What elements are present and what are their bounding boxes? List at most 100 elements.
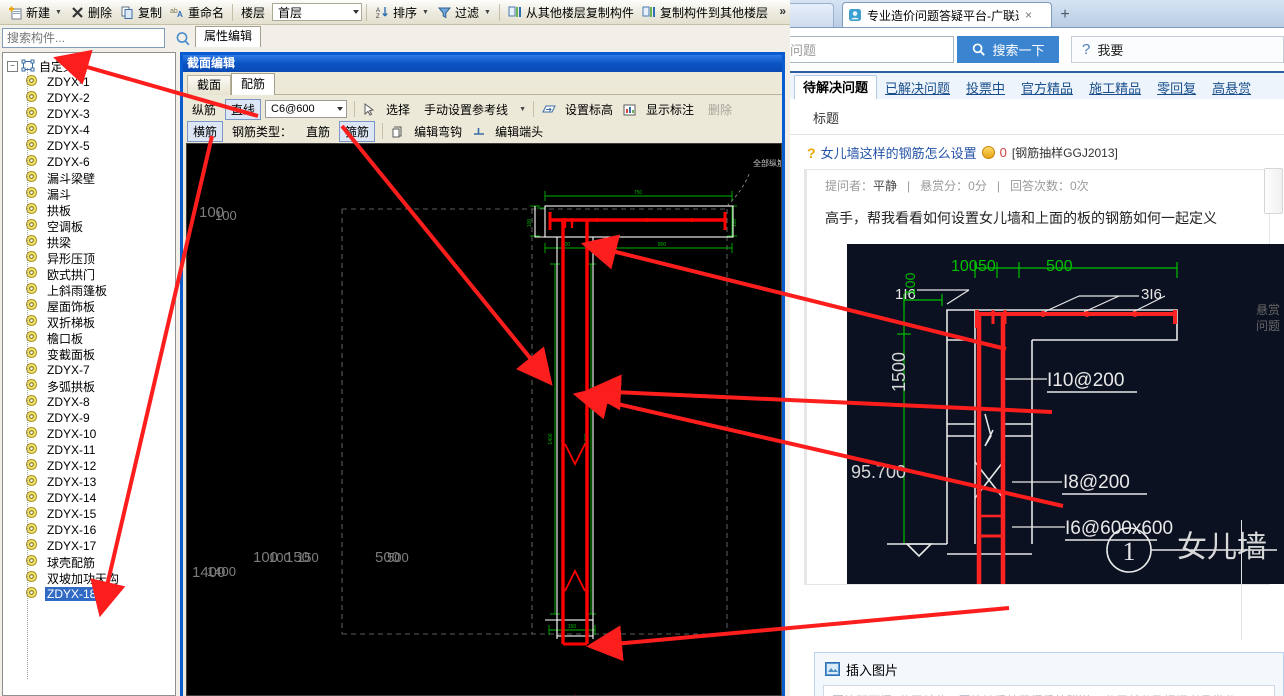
tree-item[interactable]: 屋面饰板: [3, 298, 175, 314]
tree-item[interactable]: 双坡加功天沟: [3, 570, 175, 586]
rename-button[interactable]: ab A 重命名: [166, 2, 228, 23]
tree-item[interactable]: ZDYX-4: [3, 122, 175, 138]
manual-reference-line-button[interactable]: 手动设置参考线: [419, 100, 513, 119]
question-title-link[interactable]: 女儿墙这样的钢筋怎么设置: [821, 143, 977, 162]
chevron-down-icon[interactable]: ▼: [519, 106, 526, 113]
drawing-label-I6: I6@600x600: [1065, 518, 1174, 539]
nav-tab-0[interactable]: 待解决问题: [794, 75, 878, 102]
tree-item[interactable]: ZDYX-10: [3, 426, 175, 442]
tree-item[interactable]: ZDYX-8: [3, 394, 175, 410]
tree-item-label: ZDYX-5: [47, 139, 90, 153]
delete-button[interactable]: 删除: [66, 2, 116, 23]
search-icon[interactable]: [174, 30, 192, 48]
rebar-type-label: 钢筋类型：: [232, 124, 293, 139]
url-input[interactable]: [790, 36, 954, 63]
filter-button[interactable]: 过滤 ▼: [433, 2, 495, 23]
collapse-icon[interactable]: −: [7, 60, 18, 72]
component-tree[interactable]: − 自定义线 ZDYX-1 ZDYX-2 ZDYX-3 ZDYX-4 ZDYX-5 ZDY…: [2, 52, 176, 696]
nav-tab-4[interactable]: 施工精品: [1081, 77, 1149, 101]
line-mode-button[interactable]: 直线: [225, 98, 262, 120]
browser-tab-0[interactable]: ×: [790, 3, 834, 27]
tab-reinforcement[interactable]: 配筋: [231, 73, 276, 95]
tree-item[interactable]: ZDYX-6: [3, 154, 175, 170]
nav-tab-1[interactable]: 已解决问题: [877, 77, 958, 101]
question-category[interactable]: [钢筋抽样GGJ2013]: [1012, 144, 1118, 161]
tab-section[interactable]: 截面: [187, 75, 232, 95]
nav-tab-5[interactable]: 零回复: [1149, 77, 1204, 101]
straight-rebar-button[interactable]: 直筋: [301, 122, 335, 141]
delete-button: 删除: [708, 102, 733, 117]
tree-item[interactable]: ZDYX-17: [3, 538, 175, 554]
tree-item[interactable]: 漏斗: [3, 186, 175, 202]
longitudinal-rebar-button[interactable]: 纵筋: [187, 100, 221, 119]
tree-item-label: 拱梁: [47, 235, 72, 250]
tree-item[interactable]: 拱梁: [3, 234, 175, 250]
bounty-info: 悬赏分：0分: [920, 177, 987, 194]
select-button[interactable]: 选择: [381, 100, 415, 119]
tree-item[interactable]: ZDYX-11: [3, 442, 175, 458]
floor-selector[interactable]: 首层: [272, 3, 363, 21]
tree-root-node[interactable]: − 自定义线: [3, 58, 175, 74]
tree-item[interactable]: 拱板: [3, 202, 175, 218]
copy-button[interactable]: 复制: [116, 2, 166, 23]
browser-tab-1[interactable]: 专业造价问题答疑平台-广联达 ×: [842, 2, 1052, 27]
tree-item[interactable]: ZDYX-14: [3, 490, 175, 506]
tree-item[interactable]: ZDYX-13: [3, 474, 175, 490]
sort-button[interactable]: AZ 排序 ▼: [371, 2, 433, 23]
rebar-spec-selector[interactable]: C6@600: [265, 100, 348, 118]
chevron-down-icon[interactable]: ▼: [484, 9, 491, 16]
copy-from-other-floor-button[interactable]: 从其他楼层复制构件: [504, 2, 638, 23]
question-attached-drawing[interactable]: 1 100 50 500 1I6 3I6 100 1500 95.700 I10…: [847, 244, 1284, 584]
section-drawing-canvas[interactable]: 750 100 100 100 800 1400 1400 150 100 14…: [186, 143, 782, 696]
tree-item[interactable]: 异形压顶: [3, 250, 175, 266]
tree-item[interactable]: 檐口板: [3, 330, 175, 346]
component-icon: [26, 106, 41, 122]
tree-item[interactable]: ZDYX-5: [3, 138, 175, 154]
tree-item[interactable]: 欧式拱门: [3, 266, 175, 282]
tree-item[interactable]: 多弧拱板: [3, 378, 175, 394]
tree-item[interactable]: 空调板: [3, 218, 175, 234]
edit-end-button[interactable]: 编辑端头: [490, 122, 548, 141]
nav-tab-6[interactable]: 高悬赏: [1204, 77, 1259, 101]
transverse-rebar-button[interactable]: 横筋: [187, 120, 224, 142]
page-edge-button[interactable]: [1264, 168, 1283, 214]
edit-hook-button[interactable]: 编辑弯钩: [409, 122, 467, 141]
stirrup-button[interactable]: 箍筋: [339, 120, 376, 142]
insert-image-row[interactable]: 插入图片: [815, 653, 1283, 685]
copy-to-other-floor-button[interactable]: 复制构件到其他楼层: [638, 2, 772, 23]
chevron-down-icon[interactable]: ▼: [422, 9, 429, 16]
search-button[interactable]: 搜索一下: [957, 36, 1059, 63]
tree-item[interactable]: 双折梯板: [3, 314, 175, 330]
tree-item[interactable]: ZDYX-12: [3, 458, 175, 474]
tree-item[interactable]: ZDYX-3: [3, 106, 175, 122]
tree-item[interactable]: ZDYX-16: [3, 522, 175, 538]
search-input[interactable]: [2, 28, 165, 48]
tree-item[interactable]: ZDYX-9: [3, 410, 175, 426]
tree-item[interactable]: 漏斗梁壁: [3, 170, 175, 186]
component-icon: [26, 138, 41, 154]
asker-name[interactable]: 平静: [873, 179, 897, 193]
new-tab-button[interactable]: +: [1055, 6, 1075, 24]
tree-item[interactable]: 上斜雨篷板: [3, 282, 175, 298]
tree-item[interactable]: ZDYX-2: [3, 90, 175, 106]
ask-question-button[interactable]: ? 我要: [1071, 36, 1284, 63]
chevron-down-icon[interactable]: ▼: [55, 9, 62, 16]
new-button[interactable]: 新建 ▼: [4, 2, 66, 23]
tree-item[interactable]: ZDYX-1: [3, 74, 175, 90]
tree-item[interactable]: ZDYX-7: [3, 362, 175, 378]
question-title-row: ? 女儿墙这样的钢筋怎么设置 0 [钢筋抽样GGJ2013]: [790, 135, 1284, 169]
nav-tab-2[interactable]: 投票中: [958, 77, 1013, 101]
toolbar-overflow-button[interactable]: »: [779, 4, 786, 18]
tree-item[interactable]: ZDYX-15: [3, 506, 175, 522]
show-annotation-button[interactable]: 显示标注: [641, 100, 699, 119]
tab-property-edit[interactable]: 属性编辑: [195, 26, 262, 47]
close-icon[interactable]: ×: [1025, 8, 1032, 22]
nav-tab-3[interactable]: 官方精品: [1013, 77, 1081, 101]
set-elevation-button[interactable]: 设置标高: [560, 100, 618, 119]
answer-input[interactable]: 回答即可得2分贡献分，回答被采纳获得系统赠送20分贡献分及提问者悬赏分: [823, 685, 1275, 696]
tree-item[interactable]: ZDYX-18: [3, 586, 175, 602]
tree-item[interactable]: 变截面板: [3, 346, 175, 362]
section-editor-window: 截面编辑 截面 配筋 纵筋 直线 C6@600 选择 手动设置参考线 ▼ 设置标…: [180, 52, 785, 696]
tree-item[interactable]: 球壳配筋: [3, 554, 175, 570]
cad-label-all-longitudinal: 全部纵筋: [753, 158, 782, 168]
